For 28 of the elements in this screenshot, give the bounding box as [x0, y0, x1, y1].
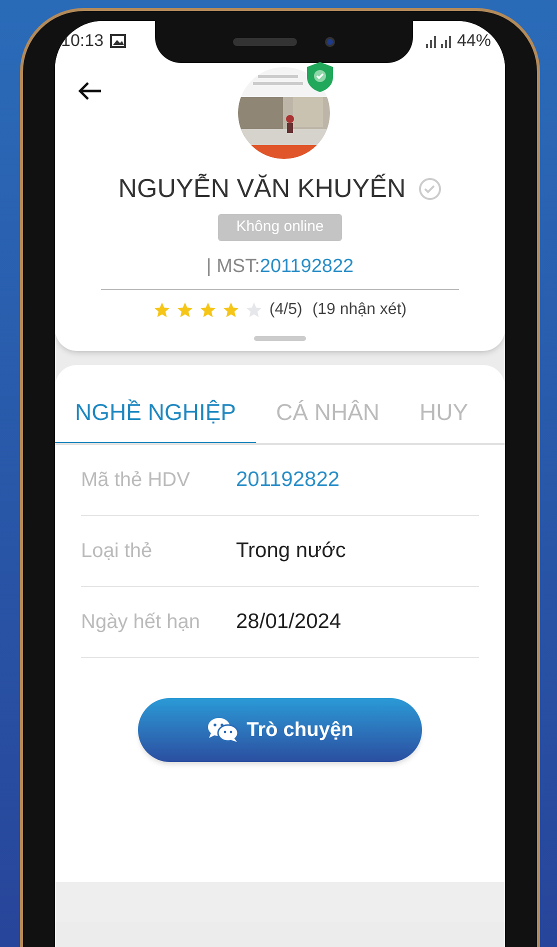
- star-icon: [176, 301, 194, 319]
- field-value: Trong nước: [236, 538, 346, 564]
- chat-button[interactable]: Trò chuyện: [138, 698, 422, 762]
- field-label: Loại thẻ: [81, 538, 154, 564]
- back-arrow-icon[interactable]: [77, 81, 103, 101]
- signal-icon: [424, 34, 453, 48]
- tab[interactable]: NGHỀ NGHIỆP: [55, 395, 256, 443]
- mst-number[interactable]: 201192822: [260, 252, 354, 281]
- tab[interactable]: CÁ NHÂN: [256, 395, 400, 443]
- star-icon: [199, 301, 218, 319]
- tab[interactable]: HUY: [400, 395, 488, 443]
- field-label: Mã thẻ HDV: [81, 468, 191, 492]
- empty-star-icon: [245, 301, 264, 319]
- battery-percent: 44%: [456, 30, 491, 52]
- drag-handle[interactable]: [254, 336, 306, 341]
- field-value[interactable]: 201192822: [236, 464, 340, 496]
- field-label: Ngày hết hạn: [81, 610, 201, 634]
- star-icon: [153, 301, 172, 319]
- image-icon: [110, 34, 126, 48]
- rating-score: (4/5): [269, 300, 302, 320]
- chat-bubbles-icon: [206, 716, 239, 742]
- profile-name: NGUYỄN VĂN KHUYẾN: [118, 172, 406, 205]
- star-icon: [222, 301, 240, 319]
- field-value: 28/01/2024: [236, 608, 342, 635]
- review-count: (19 nhận xét): [312, 300, 407, 320]
- mst-label: | MST:: [206, 254, 260, 278]
- status-badge: Không online: [218, 214, 342, 240]
- verified-shield-icon: [306, 61, 334, 93]
